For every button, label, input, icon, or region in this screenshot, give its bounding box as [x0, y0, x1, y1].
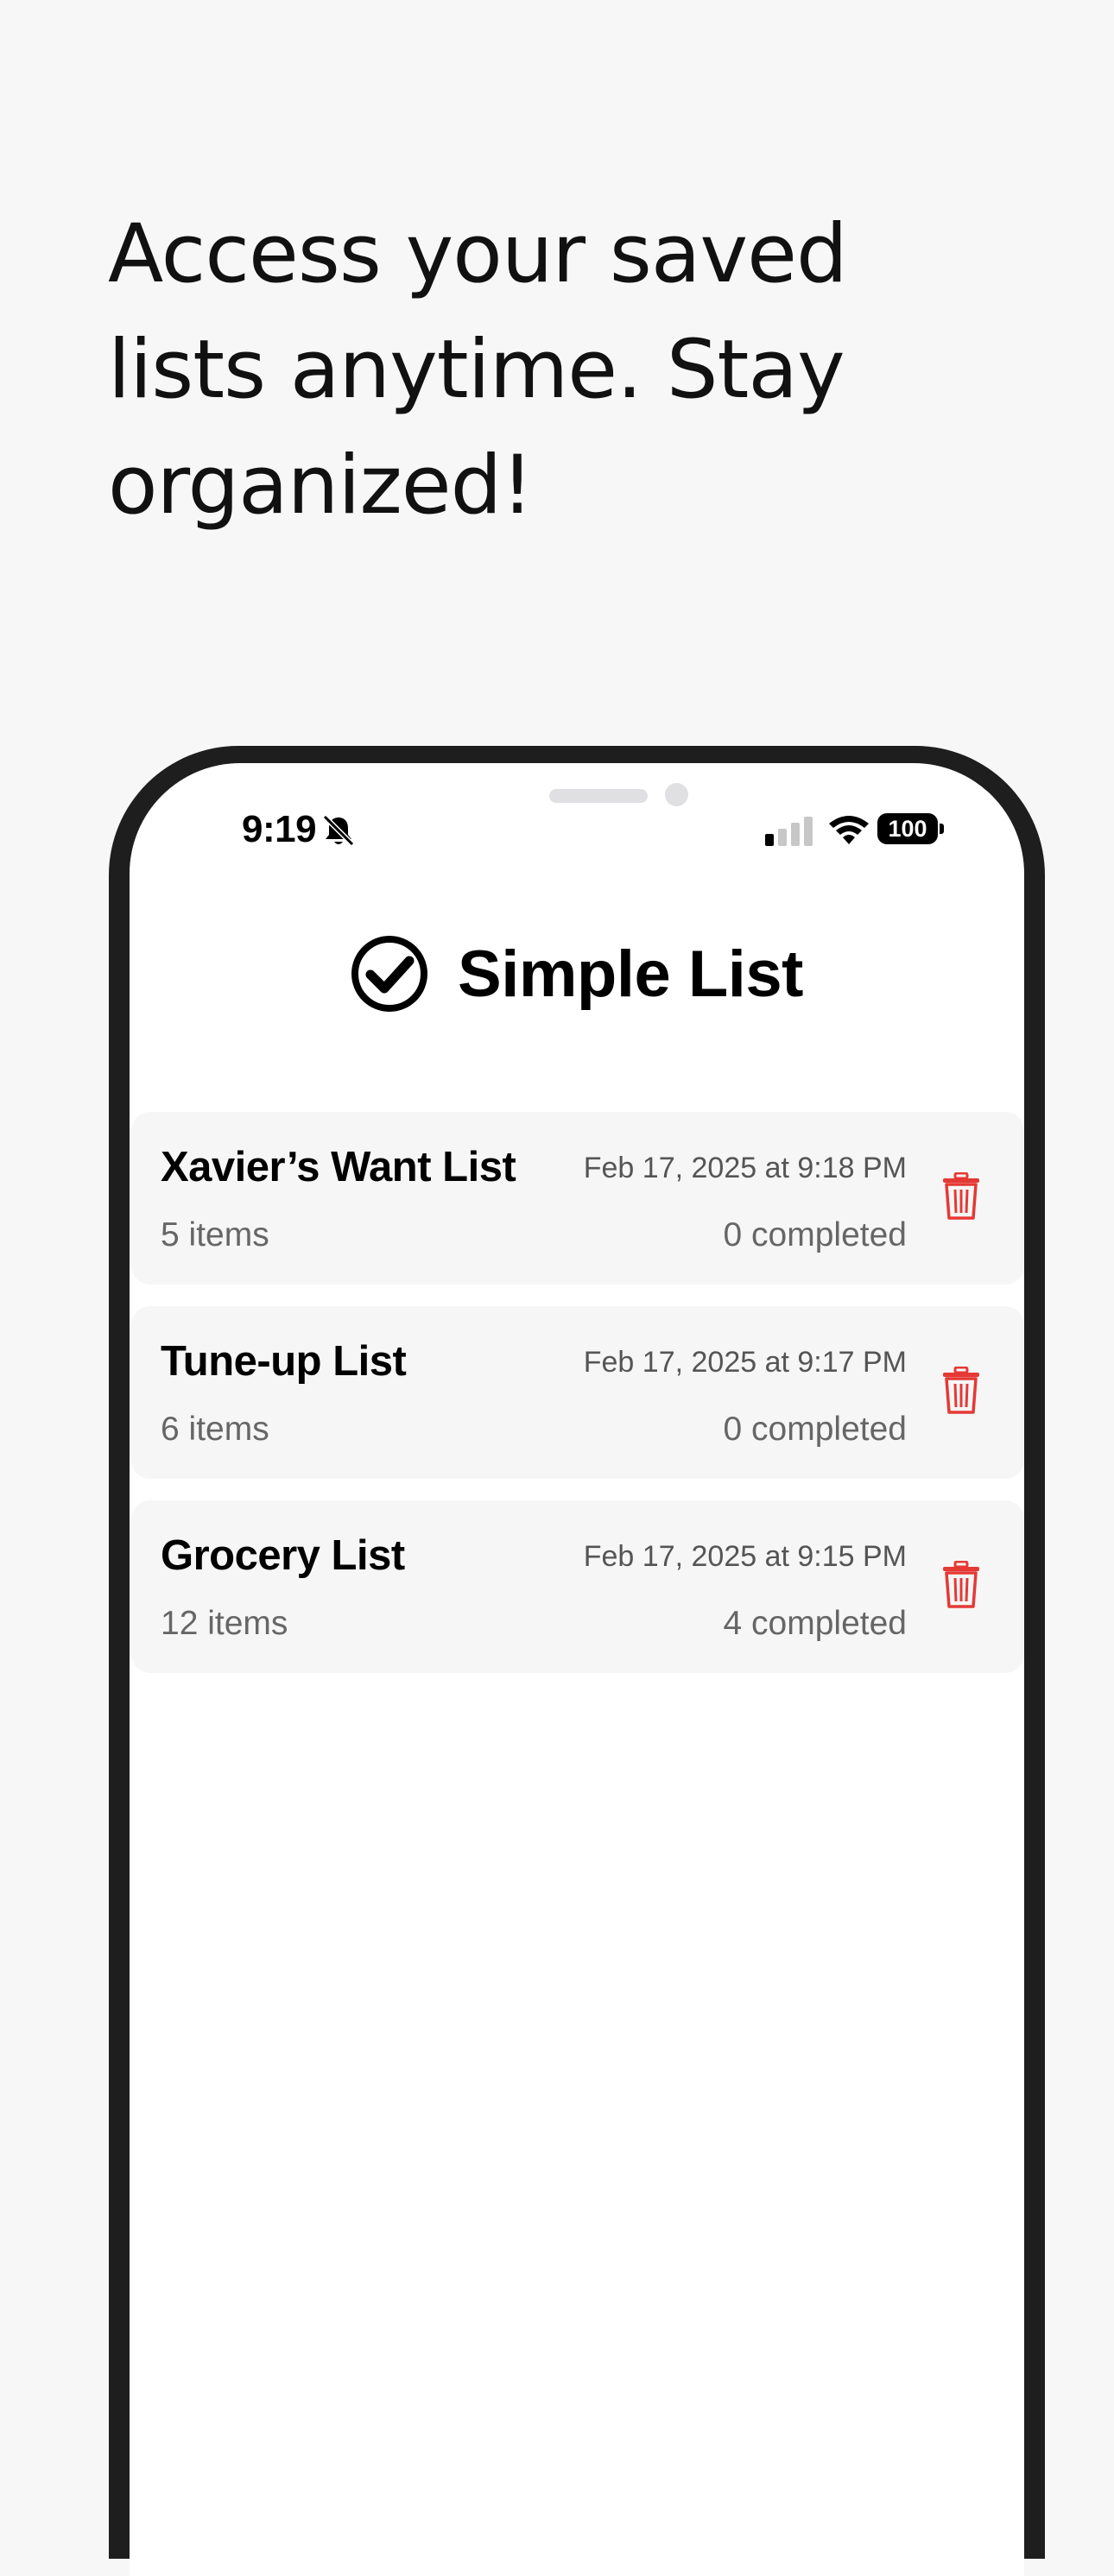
list-completed-count: 0 completed — [723, 1216, 907, 1253]
app-header: Simple List — [130, 931, 1024, 1017]
list-completed-count: 0 completed — [723, 1411, 907, 1448]
list-name: Grocery List — [161, 1532, 405, 1579]
saved-lists: Xavier’s Want List Feb 17, 2025 at 9:18 … — [131, 1112, 1024, 1695]
trash-icon[interactable] — [941, 1172, 981, 1221]
trash-icon[interactable] — [941, 1561, 981, 1609]
list-item-count: 6 items — [161, 1411, 269, 1448]
bell-slash-icon — [322, 814, 355, 847]
phone-screen: 9:19 100 Simple List Xavier’s Want List … — [130, 763, 1024, 2576]
battery-level: 100 — [877, 813, 938, 844]
list-item-count: 5 items — [161, 1216, 269, 1253]
front-camera — [665, 783, 688, 806]
headline-line-1: Access your saved — [108, 207, 848, 301]
app-title: Simple List — [458, 937, 803, 1011]
list-date: Feb 17, 2025 at 9:18 PM — [583, 1152, 907, 1184]
list-item-count: 12 items — [161, 1605, 288, 1642]
list-item[interactable]: Xavier’s Want List Feb 17, 2025 at 9:18 … — [131, 1112, 1024, 1285]
list-name: Xavier’s Want List — [161, 1144, 516, 1190]
battery-icon: 100 — [877, 813, 945, 844]
dynamic-island-pill — [549, 789, 648, 803]
list-date: Feb 17, 2025 at 9:17 PM — [583, 1346, 907, 1379]
list-name: Tune-up List — [161, 1338, 407, 1385]
phone-frame: 9:19 100 Simple List Xavier’s Want List … — [109, 746, 1045, 2576]
list-date: Feb 17, 2025 at 9:15 PM — [583, 1540, 907, 1573]
headline-line-2: lists anytime. Stay — [108, 323, 845, 417]
list-item[interactable]: Grocery List Feb 17, 2025 at 9:15 PM 12 … — [131, 1500, 1024, 1673]
wifi-icon — [829, 816, 869, 844]
status-time: 9:19 — [242, 808, 317, 850]
headline: Access your saved lists anytime. Stay or… — [108, 197, 972, 544]
list-completed-count: 4 completed — [723, 1605, 907, 1642]
list-item[interactable]: Tune-up List Feb 17, 2025 at 9:17 PM 6 i… — [131, 1306, 1024, 1479]
cellular-signal-icon — [765, 817, 813, 846]
trash-icon[interactable] — [941, 1367, 981, 1415]
checkmark-circle-icon — [351, 936, 428, 1012]
headline-line-3: organized! — [108, 439, 534, 533]
